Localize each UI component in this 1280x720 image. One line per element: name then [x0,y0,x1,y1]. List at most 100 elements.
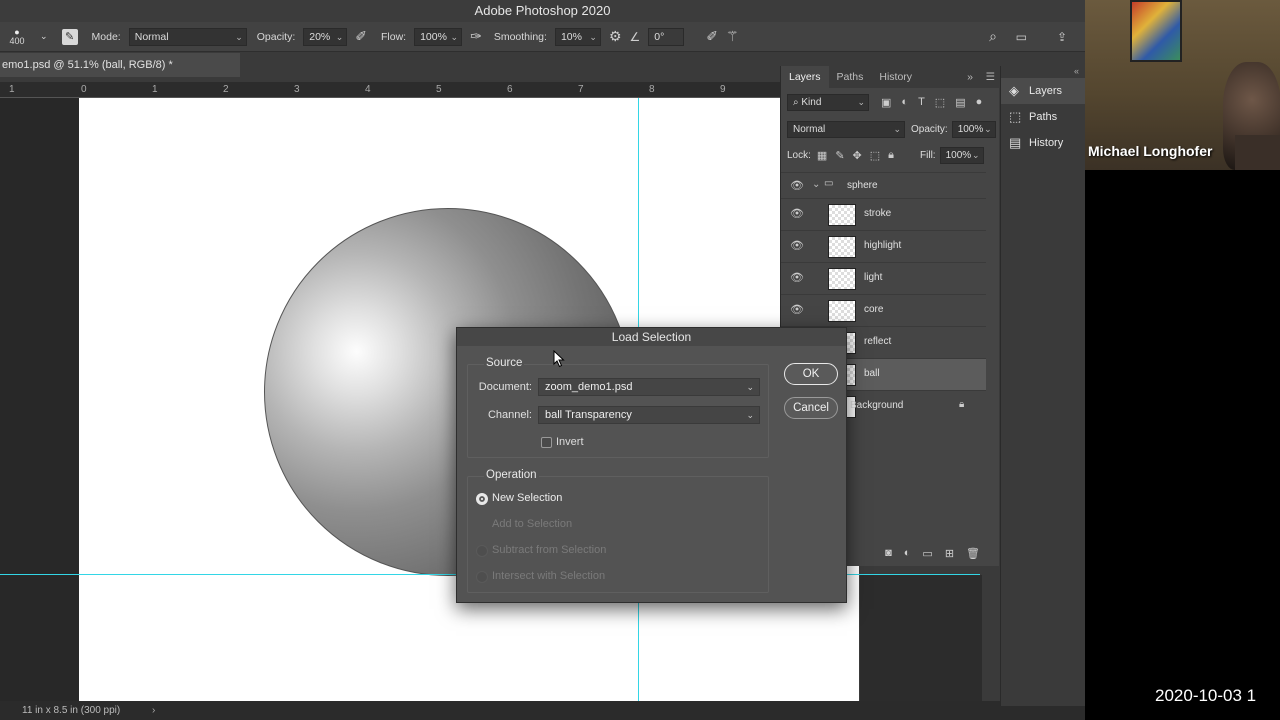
subtract-selection-label: Subtract from Selection [492,544,607,556]
share-icon[interactable]: ⇪ [1057,30,1067,44]
smoothing-input[interactable]: 10% ⌄ [554,27,601,46]
layer-opacity-input[interactable]: 100% ⌄ [951,120,996,138]
radio-subtract-selection[interactable] [476,545,488,557]
mode-dropdown[interactable]: Normal ⌄ [128,27,247,46]
add-to-selection-label: Add to Selection [492,518,573,530]
pasteboard-corner [860,575,982,701]
document-tab[interactable]: emo1.psd @ 51.1% (ball, RGB/8) * [0,53,240,77]
horizontal-ruler[interactable]: 1 0 1 2 3 4 5 6 7 8 9 [0,82,780,98]
layer-filter-row: ⌕ Kind ⌄ ▣ ◐ T ⬚ ▤ ● [781,88,999,116]
panel-menu-icon[interactable]: ☰ [986,66,995,88]
layer-row[interactable]: 👁︎ light [781,262,986,294]
layer-name: stroke [864,208,892,219]
layer-name: ball [864,368,880,379]
lock-position-icon[interactable]: ✥ [853,149,862,162]
tab-layers[interactable]: Layers [781,66,829,88]
history-icon: ▤ [1009,135,1022,150]
layer-row[interactable]: 👁︎ highlight [781,230,986,262]
angle-input[interactable]: 0° [648,27,685,46]
adjustment-filter-icon[interactable]: ◐ [901,96,908,109]
channel-select[interactable]: ball Transparency ⌄ [538,406,760,424]
cancel-button[interactable]: Cancel [784,397,838,419]
options-bar: ● 400 ⌄ ✎ Mode: Normal ⌄ Opacity: 20% ⌄ ✐ … [0,22,1085,52]
smart-object-filter-icon[interactable]: ▤ [955,96,965,109]
search-icon: ⌕ [793,96,799,108]
lock-all-icon[interactable]: 🔒︎ [888,149,894,162]
blend-mode-dropdown[interactable]: Normal ⌄ [787,120,905,138]
lock-pixels-icon[interactable]: ✎ [835,149,844,162]
gear-icon[interactable]: ⚙ [609,28,622,45]
invert-checkbox[interactable] [541,437,552,448]
load-selection-dialog: Load Selection Source Document: zoom_dem… [456,327,847,603]
eye-icon[interactable]: 👁︎ [790,179,804,192]
eye-icon[interactable]: 👁︎ [790,303,804,316]
workspace-icon[interactable]: ▭ [1016,30,1027,44]
new-layer-icon[interactable]: ⊞ [945,547,954,560]
symmetry-icon[interactable]: ⚚ [726,28,739,45]
document-select[interactable]: zoom_demo1.psd ⌄ [538,378,760,396]
paths-icon: ⬚ [1009,109,1022,124]
new-group-icon[interactable]: ▭ [922,547,932,560]
airbrush-icon[interactable]: ✑ [470,28,482,45]
fill-label: Fill: [920,149,936,161]
opacity-input[interactable]: 20% ⌄ [303,27,348,46]
window-title: Adobe Photoshop 2020 [0,0,1085,22]
lock-artboard-icon[interactable]: ⬚ [870,149,880,162]
invert-label: Invert [556,436,584,448]
chevron-down-icon[interactable]: ⌄ [40,31,48,42]
search-icon[interactable]: ⌕ [989,28,997,45]
dock-item-layers[interactable]: ◈ Layers [1001,78,1085,104]
collapse-panels-icon[interactable]: » [967,66,973,88]
layer-row[interactable]: 👁︎ stroke [781,198,986,230]
lock-fill-row: Lock: ▦ ✎ ✥ ⬚ 🔒︎ Fill: 100% ⌄ [781,142,999,168]
intersect-selection-label: Intersect with Selection [492,570,606,582]
opacity-label: Opacity: [256,30,296,43]
mode-label: Mode: [91,30,121,43]
brush-settings-icon[interactable]: ✎ [61,28,78,45]
folder-icon: ▭ [824,178,834,189]
shape-filter-icon[interactable]: ⬚ [935,96,945,109]
panel-dock: « ◈ Layers ⬚ Paths ▤ History [1000,66,1085,706]
collapse-dock-icon[interactable]: « [1001,66,1085,78]
flow-label: Flow: [380,30,407,43]
chevron-right-icon[interactable]: › [152,701,155,720]
lock-transparent-icon[interactable]: ▦ [817,149,827,162]
radio-intersect-selection[interactable] [476,571,488,583]
tab-paths[interactable]: Paths [829,66,872,88]
layer-group-row[interactable]: 👁︎ ⌄ ▭ sphere [781,172,986,198]
chevron-down-icon[interactable]: ⌄ [812,179,820,190]
lock-icon: 🔒︎ [959,399,965,410]
add-mask-icon[interactable]: ◙ [885,547,892,559]
brush-preset-picker[interactable]: ● 400 [6,27,28,46]
pressure-size-icon[interactable]: ✐ [706,28,718,45]
recording-timestamp: 2020-10-03 1 [1155,686,1257,705]
trash-icon[interactable]: 🗑︎ [966,547,980,560]
eye-icon[interactable]: 👁︎ [790,207,804,220]
fill-input[interactable]: 100% ⌄ [939,146,984,164]
ruler-tick: 9 [720,84,726,95]
type-filter-icon[interactable]: T [918,96,925,109]
filter-toggle-icon[interactable]: ● [976,96,983,109]
webcam-person-shirt [1235,135,1280,170]
layer-row[interactable]: 👁︎ core [781,294,986,326]
smoothing-label: Smoothing: [493,30,547,43]
ruler-tick: 4 [365,84,371,95]
dock-item-paths[interactable]: ⬚ Paths [1001,104,1085,130]
dock-item-history[interactable]: ▤ History [1001,130,1085,156]
document-dimensions: 11 in x 8.5 in (300 ppi) [22,705,121,716]
layer-thumbnail [828,204,856,226]
eye-icon[interactable]: 👁︎ [790,271,804,284]
layer-name: core [864,304,884,315]
lock-label: Lock: [787,149,811,161]
operation-legend: Operation [484,469,539,481]
tab-history[interactable]: History [871,66,920,88]
flow-input[interactable]: 100% ⌄ [414,27,463,46]
pixel-filter-icon[interactable]: ▣ [881,96,891,109]
eye-icon[interactable]: 👁︎ [790,239,804,252]
document-label: Document: [478,381,532,393]
radio-new-selection[interactable] [476,493,488,505]
pressure-opacity-icon[interactable]: ✐ [355,28,367,45]
ok-button[interactable]: OK [784,363,838,385]
filter-kind-dropdown[interactable]: ⌕ Kind ⌄ [787,93,869,111]
new-adjustment-icon[interactable]: ◐ [904,547,911,559]
